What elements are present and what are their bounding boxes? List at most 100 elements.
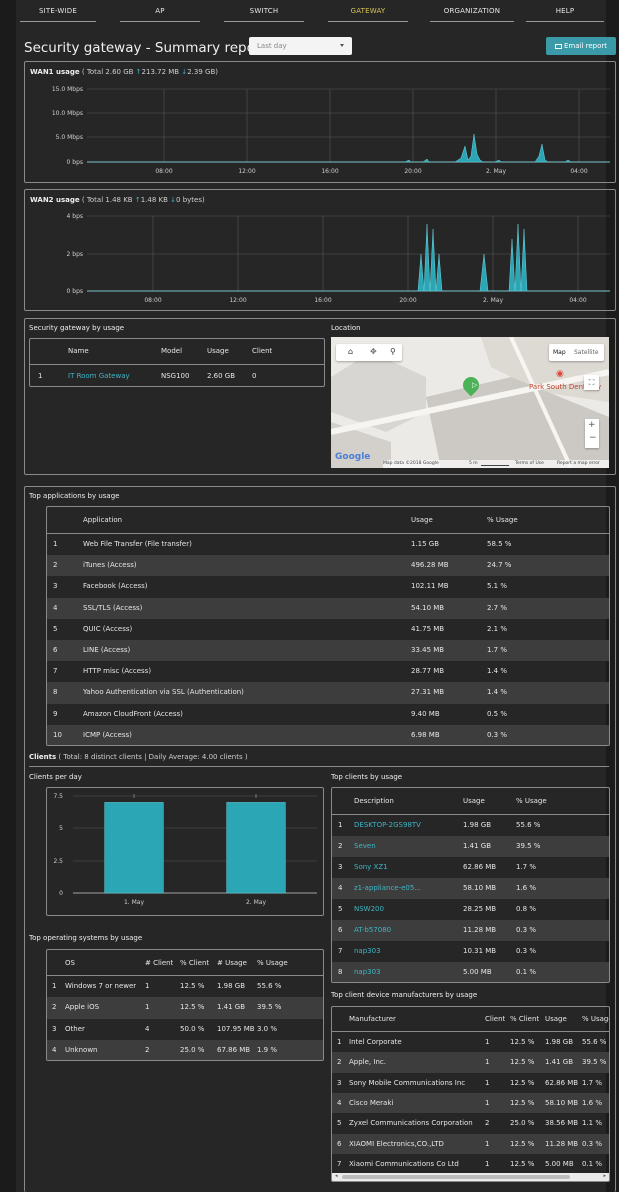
home-icon[interactable]: ⌂: [348, 347, 353, 356]
client-count: 1: [145, 982, 150, 990]
search-icon[interactable]: ⚲: [390, 347, 396, 356]
col-usage: Usage: [545, 1015, 567, 1023]
play-icon: ▷: [472, 381, 478, 389]
client-count: 1: [485, 1139, 490, 1148]
application-name: ICMP (Access): [83, 730, 132, 739]
fullscreen-icon[interactable]: ⛶: [584, 375, 599, 390]
manufacturer-name: Apple, Inc.: [349, 1058, 386, 1067]
row-index: 5: [53, 624, 58, 633]
client-name-link[interactable]: z1-appliance-e05...: [354, 878, 421, 899]
client-pct: 12.5 %: [510, 1078, 535, 1087]
usage-pct: 39.5 %: [582, 1058, 607, 1067]
nav-switch[interactable]: SWITCH: [224, 7, 304, 22]
nav-help[interactable]: HELP: [526, 7, 604, 22]
cpd-ytick: 5: [59, 825, 63, 832]
nav-organization[interactable]: ORGANIZATION: [430, 7, 514, 22]
application-name: Facebook (Access): [83, 582, 148, 591]
pan-icon[interactable]: ✥: [370, 347, 377, 356]
wan2-ytick: 0 bps: [67, 288, 83, 295]
satellite-button[interactable]: Satellite: [574, 349, 599, 356]
report-map-error-link[interactable]: Report a map error: [557, 461, 600, 466]
row-index: 3: [337, 1078, 342, 1087]
usage-value: 62.86 MB: [545, 1078, 579, 1087]
usage-value: 41.75 MB: [411, 624, 445, 633]
bar[interactable]: [226, 802, 286, 894]
application-name: Web File Transfer (File transfer): [83, 540, 192, 548]
wan1-ytick: 5.0 Mbps: [56, 134, 83, 141]
client-name-link[interactable]: NSW200: [354, 899, 384, 920]
table-row: 3 Sony XZ1 62.86 MB 1.7 %: [332, 857, 609, 878]
usage-pct: 39.5 %: [516, 842, 541, 850]
horizontal-scrollbar[interactable]: ◂ ▸: [332, 1173, 609, 1181]
usage-value: 28.77 MB: [411, 667, 445, 676]
usage-pct: 2.7 %: [487, 603, 508, 612]
scrollbar-thumb[interactable]: [342, 1175, 570, 1179]
usage-pct: 3.0 %: [257, 1024, 278, 1033]
wan2-xtick: 16:00: [314, 297, 331, 304]
map-button[interactable]: Map: [553, 349, 566, 356]
application-name: SSL/TLS (Access): [83, 603, 143, 612]
top-clients-table: Description Usage % Usage 1 DESKTOP-2GS98…: [331, 787, 610, 983]
scale-bar: [481, 465, 509, 466]
client-pct: 12.5 %: [510, 1098, 535, 1107]
table-row: 3 Sony Mobile Communications Inc 1 12.5 % 62…: [332, 1073, 609, 1093]
usage-pct: 5.1 %: [487, 582, 508, 591]
table-row: 5 Zyxel Communications Corporation 2 25.0 %…: [332, 1113, 609, 1133]
client-name-link[interactable]: nap303: [354, 941, 381, 962]
nav-gateway[interactable]: GATEWAY: [328, 7, 408, 22]
row-index: 4: [52, 1046, 57, 1055]
wan1-panel: WAN1 usage ( Total 2.60 GB ↑213.72 MB ↓2…: [24, 61, 616, 183]
client-name-link[interactable]: nap303: [354, 962, 381, 982]
usage-value: 1.98 GB: [217, 982, 246, 990]
client-pct: 12.5 %: [180, 982, 205, 990]
clients-per-day-chart: 7.5 5 2.5 0 1. May 2. May: [53, 793, 317, 906]
usage-pct: 0.1 %: [582, 1159, 603, 1168]
usage-pct: 0.3 %: [516, 947, 537, 955]
cpd-ytick: 7.5: [53, 793, 63, 800]
os-name: Other: [65, 1024, 85, 1033]
table-row: 5 NSW200 28.25 MB 0.8 %: [332, 899, 609, 920]
gateway-name-link[interactable]: IT Room Gateway: [68, 365, 130, 386]
clients-label: Clients: [29, 753, 57, 761]
usage-value: 10.31 MB: [463, 947, 497, 955]
col-description: Description: [354, 797, 394, 805]
client-name-link[interactable]: Seven: [354, 836, 376, 857]
client-name-link[interactable]: Sony XZ1: [354, 857, 388, 878]
top-nav: SITE-WIDE AP SWITCH GATEWAY ORGANIZATION…: [16, 0, 606, 22]
location-map[interactable]: ⌂ ✥ ⚲ Map Satellite ▷ ◉ Park South Denti…: [331, 337, 609, 468]
wan2-chart: 4 bps 2 bps 0 bps 08:00 12:00 16:00 20:0…: [67, 213, 610, 304]
usage-pct: 1.7 %: [516, 863, 537, 871]
zoom-in-icon[interactable]: +: [588, 420, 596, 430]
nav-site-wide[interactable]: SITE-WIDE: [20, 7, 96, 22]
row-index: 6: [337, 1139, 342, 1148]
usage-value: 54.10 MB: [411, 603, 445, 612]
wan2-ytick: 4 bps: [67, 213, 83, 220]
client-pct: 12.5 %: [510, 1038, 535, 1046]
application-name: QUIC (Access): [83, 624, 133, 633]
row-index: 6: [53, 646, 58, 654]
table-row: 4 z1-appliance-e05... 58.10 MB 1.6 %: [332, 878, 609, 899]
top-apps-table: Application Usage % Usage 1 Web File Tran…: [46, 506, 610, 746]
email-report-button[interactable]: Email report: [546, 37, 616, 55]
application-name: LINE (Access): [83, 646, 131, 654]
os-name: Windows 7 or newer: [65, 982, 137, 990]
cpd-ytick: 0: [59, 890, 63, 897]
usage-pct: 1.1 %: [582, 1119, 603, 1128]
table-row: 6 XIAOMI Electronics,CO.,LTD 1 12.5 % 11.28 …: [332, 1133, 609, 1154]
row-index: 2: [52, 1003, 57, 1012]
client-name-link[interactable]: DESKTOP-2GS98TV: [354, 815, 421, 836]
usage-pct: 55.6 %: [582, 1038, 607, 1046]
bar[interactable]: [104, 802, 164, 894]
wan2-xtick: 2. May: [483, 297, 503, 304]
row-index: 1: [52, 982, 57, 990]
wan1-total: ( Total 2.60 GB: [81, 68, 134, 76]
terms-link[interactable]: Terms of Use: [515, 461, 544, 466]
usage-value: 28.25 MB: [463, 905, 497, 913]
col-application: Application: [83, 516, 123, 524]
nav-ap[interactable]: AP: [120, 7, 200, 22]
client-name-link[interactable]: AT-b57080: [354, 920, 391, 941]
zoom-out-icon[interactable]: −: [589, 433, 597, 443]
wan2-down: 0 bytes): [176, 196, 205, 204]
period-select[interactable]: Last day: [249, 37, 352, 55]
table-row: 1 Web File Transfer (File transfer) 1.15 G…: [47, 534, 609, 555]
